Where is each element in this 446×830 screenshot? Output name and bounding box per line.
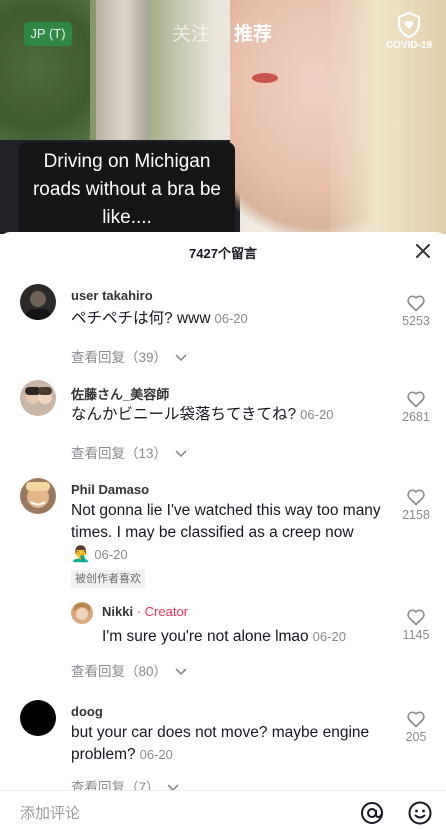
reply-username-label: Nikki <box>102 604 134 619</box>
avatar[interactable] <box>20 284 56 320</box>
avatar-image <box>20 700 56 736</box>
reply-avatar[interactable] <box>71 602 93 624</box>
comment-text: なんかビニール袋落ちてきてね? 06-20 <box>71 404 391 426</box>
like-button[interactable]: 205 <box>396 710 436 744</box>
heart-icon <box>407 295 425 312</box>
comment-username[interactable]: user takahiro <box>71 288 153 303</box>
comment-date: 06-20 <box>139 747 173 762</box>
comment-text: but your car does not move? maybe engine… <box>71 722 401 766</box>
reply-date: 06-20 <box>312 629 346 644</box>
tab-for-you[interactable]: 推荐 <box>234 19 272 46</box>
region-badge[interactable]: JP (T) <box>24 22 72 46</box>
video-person-lips <box>252 73 278 83</box>
reply-body: I'm sure you're not alone lmao <box>102 628 309 645</box>
view-replies-button[interactable]: 查看回复（13） <box>71 442 187 462</box>
feed-tabs: 关注 推荐 <box>172 19 272 46</box>
like-count: 2681 <box>402 410 430 424</box>
comment-username[interactable]: Phil Damaso <box>71 482 149 497</box>
add-comment-input[interactable]: 添加评论 <box>20 802 80 823</box>
comment-body: but your car does not move? maybe engine… <box>71 724 370 763</box>
like-count: 1145 <box>402 628 430 642</box>
reply-username[interactable]: Nikki · Creator <box>102 604 188 619</box>
emoji-icon[interactable] <box>408 801 432 825</box>
liked-by-creator-badge: 被创作者喜欢 <box>71 570 145 588</box>
reply-text: I'm sure you're not alone lmao 06-20 <box>102 626 392 648</box>
comment-username[interactable]: doog <box>71 704 103 719</box>
view-replies-label: 查看回复（13） <box>71 446 168 461</box>
heart-icon <box>407 391 425 408</box>
comment-input-bar: 添加评论 <box>0 790 446 830</box>
like-button[interactable]: 2681 <box>396 390 436 424</box>
avatar[interactable] <box>20 478 56 514</box>
video-caption: Driving on Michigan roads without a bra … <box>19 142 235 234</box>
close-icon[interactable] <box>414 242 432 260</box>
shield-heart-icon <box>397 12 421 38</box>
heart-icon <box>407 609 425 626</box>
heart-icon <box>407 711 425 728</box>
reply-separator: · <box>136 604 142 619</box>
avatar-image <box>71 602 93 624</box>
avatar[interactable] <box>20 380 56 416</box>
like-button[interactable]: 2158 <box>396 488 436 522</box>
comment-text: ペチペチは何? www 06-20 <box>71 308 391 330</box>
video-background-tree <box>96 0 148 150</box>
avatar-image <box>20 380 56 416</box>
at-icon[interactable] <box>360 801 384 825</box>
view-replies-button[interactable]: 查看回复（80） <box>71 660 187 680</box>
like-button[interactable]: 5253 <box>396 294 436 328</box>
tab-following[interactable]: 关注 <box>172 19 210 46</box>
like-count: 5253 <box>402 314 430 328</box>
view-replies-label: 查看回复（80） <box>71 664 168 679</box>
reply-like-button[interactable]: 1145 <box>396 608 436 642</box>
creator-tag: Creator <box>144 604 189 619</box>
view-replies-label: 查看回复（39） <box>71 350 168 365</box>
comments-count-title: 7427个留言 <box>189 246 257 261</box>
comment-text: Not gonna lie I've watched this way too … <box>71 500 391 566</box>
avatar-image <box>20 284 56 320</box>
like-count: 205 <box>405 730 427 744</box>
avatar[interactable] <box>20 700 56 736</box>
comment-body: なんかビニール袋落ちてきてね? <box>71 406 297 423</box>
comment-date: 06-20 <box>94 547 128 562</box>
comment-date: 06-20 <box>214 311 248 326</box>
comment-username[interactable]: 佐藤さん_美容師 <box>71 384 169 403</box>
comment-date: 06-20 <box>300 407 334 422</box>
video-player[interactable]: JP (T) 关注 推荐 COVID-19 Driving on Michiga… <box>0 0 446 234</box>
comments-header: 7427个留言 <box>0 232 446 272</box>
chevron-down-icon <box>175 354 187 362</box>
comment-body: ペチペチは何? www <box>71 310 211 327</box>
chevron-down-icon <box>175 668 187 676</box>
heart-icon <box>407 489 425 506</box>
covid-button[interactable]: COVID-19 <box>382 12 436 51</box>
chevron-down-icon <box>175 450 187 458</box>
view-replies-button[interactable]: 查看回复（39） <box>71 346 187 366</box>
covid-label: COVID-19 <box>385 40 433 51</box>
comments-panel: 7427个留言 user takahiro ペチペチは何? www 06-20 5… <box>0 232 446 830</box>
avatar-image <box>20 478 56 514</box>
like-count: 2158 <box>402 508 430 522</box>
